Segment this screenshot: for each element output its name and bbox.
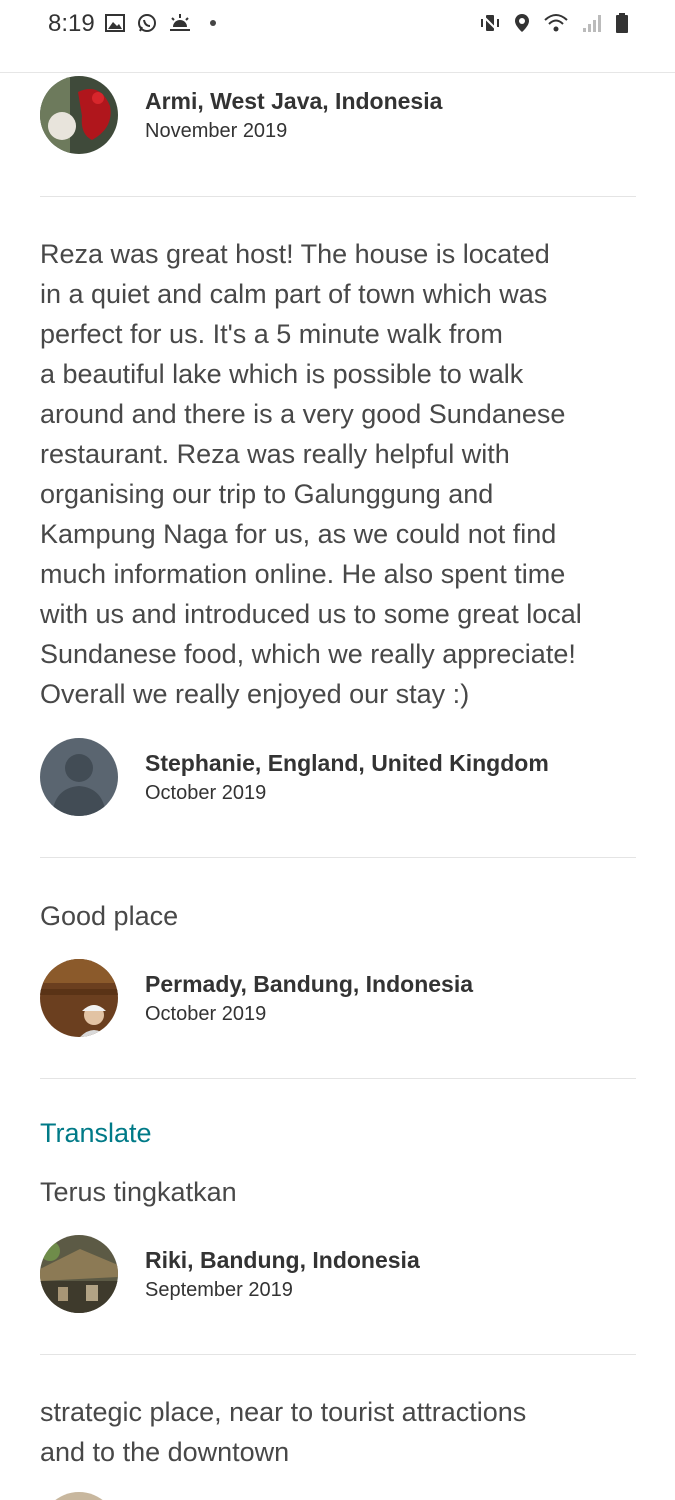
status-left-icons	[104, 12, 216, 34]
reviewer-riki[interactable]: Riki, Bandung, Indonesia September 2019	[40, 1235, 636, 1315]
sunrise-icon	[170, 14, 190, 31]
review-text-line: perfect for us. It's a 5 minute walk fro…	[40, 319, 503, 349]
status-time: 8:19	[48, 10, 95, 37]
review-date: November 2019	[145, 120, 288, 142]
review-text-line: Kampung Naga for us, as we could not fin…	[40, 519, 557, 549]
review-text: Terus tingkatkan	[40, 1177, 237, 1207]
review-text-line: in a quiet and calm part of town which w…	[40, 279, 548, 309]
avatar[interactable]	[40, 76, 118, 154]
avatar[interactable]	[40, 959, 118, 1037]
review-date: October 2019	[145, 782, 267, 804]
vibrate-icon	[480, 13, 500, 33]
review-text-line: Overall we really enjoyed our stay :)	[40, 679, 470, 709]
battery-icon	[616, 13, 628, 33]
reviews-list[interactable]: Armi, West Java, Indonesia November 2019…	[0, 72, 675, 1500]
reviewer-name: Armi, West Java, Indonesia	[145, 88, 443, 114]
review-text: Reza was great host! The house is locate…	[40, 234, 636, 714]
wifi-icon	[544, 14, 568, 32]
location-icon	[515, 14, 529, 32]
divider	[40, 1078, 636, 1079]
reviewer-permady[interactable]: Permady, Bandung, Indonesia October 2019	[40, 959, 636, 1039]
review-text-line: Sundanese food, which we really apprecia…	[40, 639, 576, 669]
gallery-icon	[105, 14, 125, 32]
reviewer-name: Stephanie, England, United Kingdom	[145, 750, 549, 776]
review-text-line: restaurant. Reza was really helpful with	[40, 439, 510, 469]
review-date: September 2019	[145, 1279, 293, 1301]
status-right-icons	[479, 12, 629, 34]
reviewer-name: Permady, Bandung, Indonesia	[145, 971, 474, 997]
review-text-line: with us and introduced us to some great …	[40, 599, 582, 629]
whatsapp-icon	[138, 14, 156, 32]
notification-dot	[210, 20, 216, 26]
review-date: October 2019	[145, 1003, 267, 1025]
review-text: strategic place, near to tourist attract…	[40, 1392, 636, 1472]
status-bar: 8:19	[0, 0, 675, 73]
review-text-line: Reza was great host! The house is locate…	[40, 239, 550, 269]
avatar[interactable]	[40, 1235, 118, 1313]
signal-icon	[583, 15, 601, 32]
review-text-line: strategic place, near to tourist attract…	[40, 1397, 527, 1427]
review-text-line: a beautiful lake which is possible to wa…	[40, 359, 524, 389]
review-text-line: organising our trip to Galunggung and	[40, 479, 494, 509]
reviewer-armi[interactable]: Armi, West Java, Indonesia November 2019	[40, 76, 636, 156]
reviewer-name: Riki, Bandung, Indonesia	[145, 1247, 420, 1273]
review-text-line: much information online. He also spent t…	[40, 559, 566, 589]
avatar[interactable]	[40, 1492, 118, 1500]
divider	[40, 1354, 636, 1355]
avatar-placeholder[interactable]	[40, 738, 118, 816]
divider	[40, 857, 636, 858]
reviewer-stephanie[interactable]: Stephanie, England, United Kingdom Octob…	[40, 738, 636, 818]
review-text-line: around and there is a very good Sundanes…	[40, 399, 566, 429]
review-text: Good place	[40, 901, 179, 931]
divider	[40, 196, 636, 197]
translate-link[interactable]: Translate	[40, 1118, 152, 1149]
review-text-line: and to the downtown	[40, 1437, 290, 1467]
